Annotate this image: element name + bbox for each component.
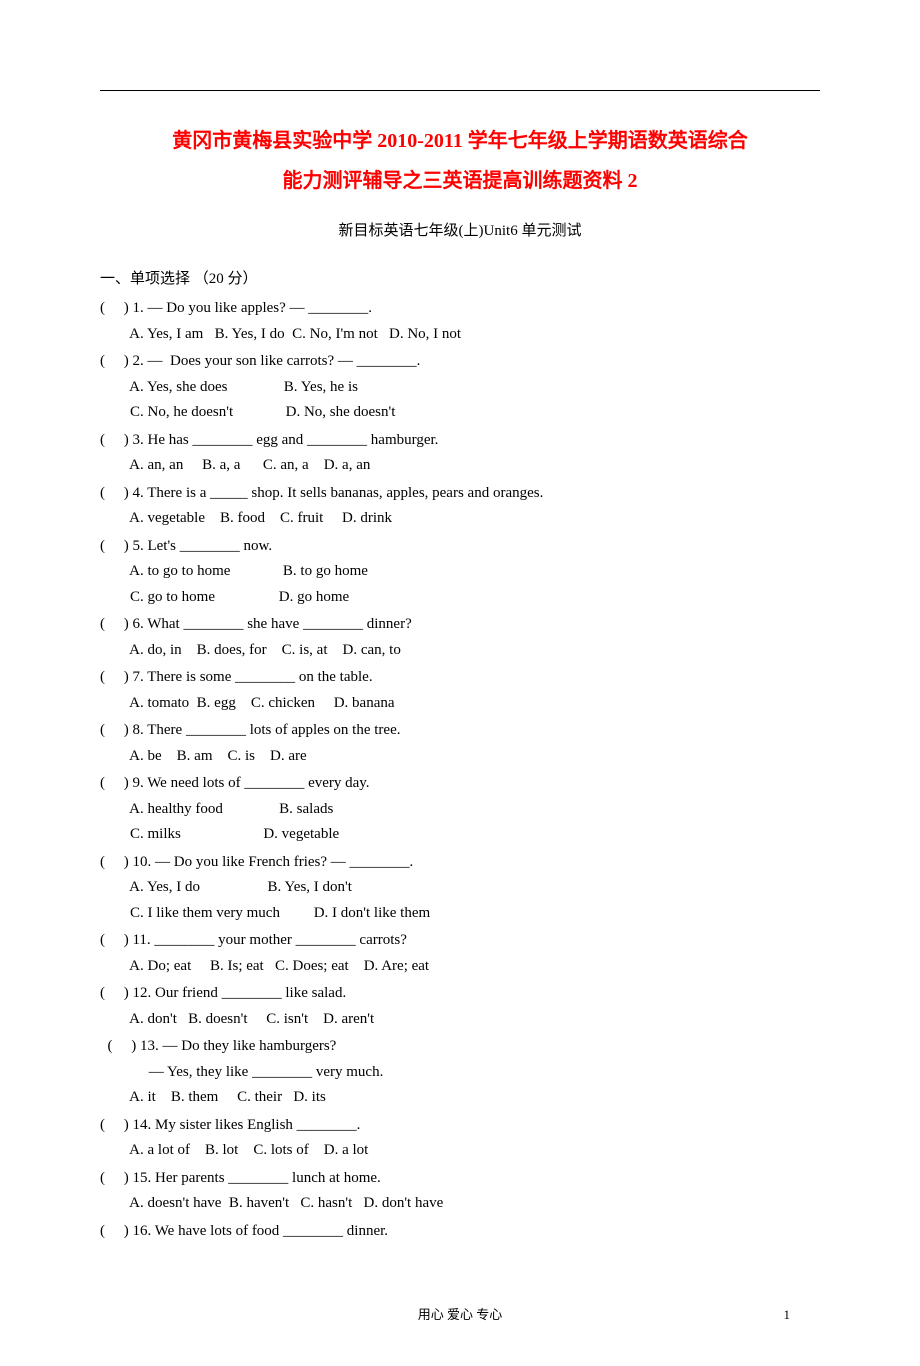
question-stem-line-2: — Yes, they like ________ very much. (100, 1060, 820, 1086)
question-options-line: A. it B. them C. their D. its (100, 1085, 820, 1111)
question-options-line: A. healthy food B. salads (100, 797, 820, 823)
question-stem: ( ) 5. Let's ________ now. (100, 534, 820, 560)
question-stem: ( ) 3. He has ________ egg and ________ … (100, 428, 820, 454)
question-stem: ( ) 14. My sister likes English ________… (100, 1113, 820, 1139)
question-3: ( ) 3. He has ________ egg and ________ … (100, 428, 820, 479)
question-12: ( ) 12. Our friend ________ like salad. … (100, 981, 820, 1032)
question-options-line: A. a lot of B. lot C. lots of D. a lot (100, 1138, 820, 1164)
question-16: ( ) 16. We have lots of food ________ di… (100, 1219, 820, 1245)
question-stem: ( ) 11. ________ your mother ________ ca… (100, 928, 820, 954)
question-options-line: A. vegetable B. food C. fruit D. drink (100, 506, 820, 532)
question-14: ( ) 14. My sister likes English ________… (100, 1113, 820, 1164)
question-stem: ( ) 9. We need lots of ________ every da… (100, 771, 820, 797)
question-stem: ( ) 7. There is some ________ on the tab… (100, 665, 820, 691)
document-subtitle: 新目标英语七年级(上)Unit6 单元测试 (100, 219, 820, 245)
question-stem: ( ) 2. — Does your son like carrots? — _… (100, 349, 820, 375)
question-4: ( ) 4. There is a _____ shop. It sells b… (100, 481, 820, 532)
question-7: ( ) 7. There is some ________ on the tab… (100, 665, 820, 716)
question-stem: ( ) 15. Her parents ________ lunch at ho… (100, 1166, 820, 1192)
question-options-line: A. Yes, I am B. Yes, I do C. No, I'm not… (100, 322, 820, 348)
question-stem: ( ) 6. What ________ she have ________ d… (100, 612, 820, 638)
section-1-header: 一、单项选择 （20 分） (100, 267, 820, 293)
question-options-line: C. milks D. vegetable (100, 822, 820, 848)
question-8: ( ) 8. There ________ lots of apples on … (100, 718, 820, 769)
top-rule (100, 90, 820, 91)
question-13: ( ) 13. — Do they like hamburgers? — Yes… (100, 1034, 820, 1111)
question-options-line: A. don't B. doesn't C. isn't D. aren't (100, 1007, 820, 1033)
title-line-1: 黄冈市黄梅县实验中学 2010-2011 学年七年级上学期语数英语综合 (100, 121, 820, 161)
question-options-line: A. Yes, I do B. Yes, I don't (100, 875, 820, 901)
question-options-line: A. doesn't have B. haven't C. hasn't D. … (100, 1191, 820, 1217)
document-title: 黄冈市黄梅县实验中学 2010-2011 学年七年级上学期语数英语综合 能力测评… (100, 121, 820, 201)
question-2: ( ) 2. — Does your son like carrots? — _… (100, 349, 820, 426)
question-10: ( ) 10. — Do you like French fries? — __… (100, 850, 820, 927)
question-6: ( ) 6. What ________ she have ________ d… (100, 612, 820, 663)
question-11: ( ) 11. ________ your mother ________ ca… (100, 928, 820, 979)
page-number: 1 (784, 1304, 791, 1326)
question-1: ( ) 1. — Do you like apples? — ________.… (100, 296, 820, 347)
title-line-2: 能力测评辅导之三英语提高训练题资料 2 (100, 161, 820, 201)
question-options-line: A. Do; eat B. Is; eat C. Does; eat D. Ar… (100, 954, 820, 980)
question-options-line: C. I like them very much D. I don't like… (100, 901, 820, 927)
questions-list: ( ) 1. — Do you like apples? — ________.… (100, 296, 820, 1244)
question-stem: ( ) 16. We have lots of food ________ di… (100, 1219, 820, 1245)
question-options-line: A. to go to home B. to go home (100, 559, 820, 585)
question-5: ( ) 5. Let's ________ now. A. to go to h… (100, 534, 820, 611)
question-15: ( ) 15. Her parents ________ lunch at ho… (100, 1166, 820, 1217)
question-stem: ( ) 10. — Do you like French fries? — __… (100, 850, 820, 876)
question-stem: ( ) 1. — Do you like apples? — ________. (100, 296, 820, 322)
question-stem: ( ) 13. — Do they like hamburgers? (100, 1034, 820, 1060)
question-options-line: A. Yes, she does B. Yes, he is (100, 375, 820, 401)
page-footer: 用心 爱心 专心 1 (100, 1304, 820, 1326)
question-options-line: A. be B. am C. is D. are (100, 744, 820, 770)
question-options-line: C. go to home D. go home (100, 585, 820, 611)
question-options-line: A. do, in B. does, for C. is, at D. can,… (100, 638, 820, 664)
question-options-line: A. tomato B. egg C. chicken D. banana (100, 691, 820, 717)
question-options-line: A. an, an B. a, a C. an, a D. a, an (100, 453, 820, 479)
question-9: ( ) 9. We need lots of ________ every da… (100, 771, 820, 848)
question-stem: ( ) 4. There is a _____ shop. It sells b… (100, 481, 820, 507)
question-options-line: C. No, he doesn't D. No, she doesn't (100, 400, 820, 426)
question-stem: ( ) 8. There ________ lots of apples on … (100, 718, 820, 744)
footer-motto: 用心 爱心 专心 (418, 1307, 503, 1322)
question-stem: ( ) 12. Our friend ________ like salad. (100, 981, 820, 1007)
